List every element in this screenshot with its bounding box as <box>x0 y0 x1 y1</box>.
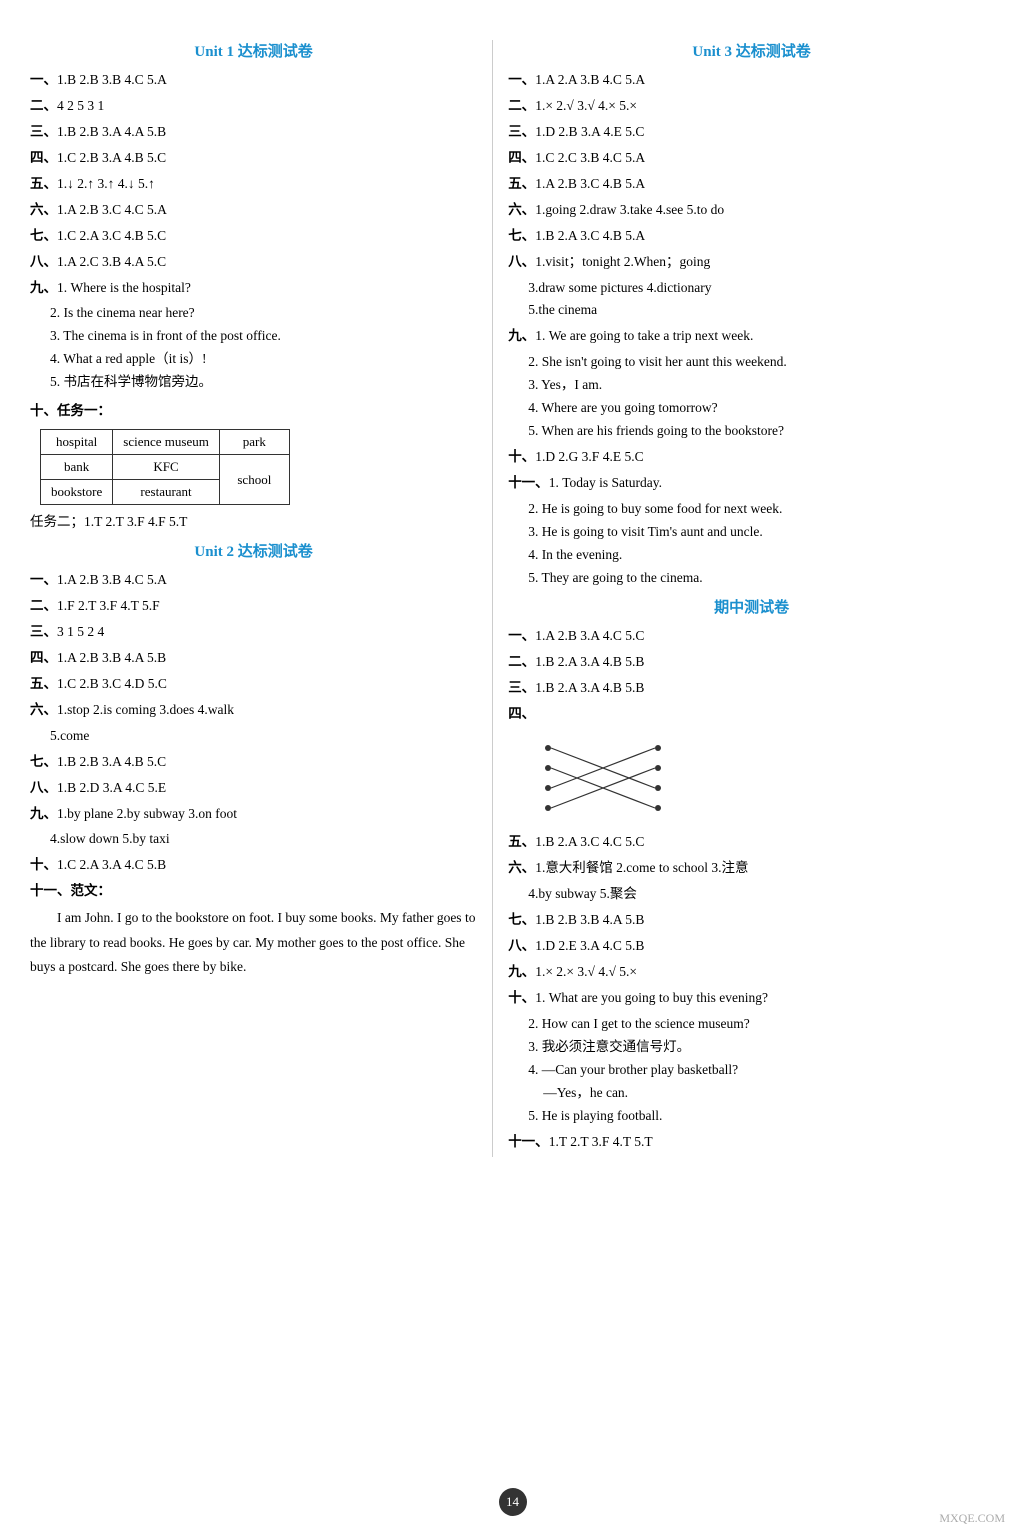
u3-section7: 七、1.B 2.A 3.C 4.B 5.A <box>508 225 995 248</box>
u1-s5-label: 五、 <box>30 176 57 191</box>
map-restaurant: restaurant <box>113 480 220 505</box>
u2-section7: 七、1.B 2.B 3.A 4.B 5.C <box>30 751 477 774</box>
u2-section2: 二、1.F 2.T 3.F 4.T 5.F <box>30 595 477 618</box>
u1-section10-label: 十、任务一： <box>30 400 477 423</box>
mid-s10-item5: 5. He is playing football. <box>528 1105 995 1128</box>
u3-section10: 十、1.D 2.G 3.F 4.E 5.C <box>508 446 995 469</box>
map-kfc: KFC <box>113 455 220 480</box>
u2-section6: 六、1.stop 2.is coming 3.does 4.walk <box>30 699 477 722</box>
mid-section4-label: 四、 <box>508 703 995 726</box>
mid-section9: 九、1.× 2.× 3.√ 4.√ 5.× <box>508 961 995 984</box>
watermark: MXQE.COM <box>939 1511 1005 1526</box>
mid-s10-item3: 3. 我必须注意交通信号灯。 <box>528 1036 995 1059</box>
u1-section1: 一、1.B 2.B 3.B 4.C 5.A <box>30 69 477 92</box>
u3-section4: 四、1.C 2.C 3.B 4.C 5.A <box>508 147 995 170</box>
u3-section1: 一、1.A 2.A 3.B 4.C 5.A <box>508 69 995 92</box>
u3-section2: 二、1.× 2.√ 3.√ 4.× 5.× <box>508 95 995 118</box>
u2-section11-label: 十一、范文： <box>30 880 477 903</box>
u2-s6-b: 5.come <box>50 725 477 748</box>
u3-section3: 三、1.D 2.B 3.A 4.E 5.C <box>508 121 995 144</box>
map-hospital: hospital <box>41 430 113 455</box>
mid-section1: 一、1.A 2.B 3.A 4.C 5.C <box>508 625 995 648</box>
essay-line1: I am John. I go to the bookstore on foot… <box>30 906 477 979</box>
mid-section5: 五、1.B 2.A 3.C 4.C 5.C <box>508 831 995 854</box>
mid-section2: 二、1.B 2.A 3.A 4.B 5.B <box>508 651 995 674</box>
u2-section9-label: 九、1.by plane 2.by subway 3.on foot <box>30 803 477 826</box>
u3-s11-item3: 3. He is going to visit Tim's aunt and u… <box>528 521 995 544</box>
u1-s1-label: 一、 <box>30 72 57 87</box>
mid-section3: 三、1.B 2.A 3.A 4.B 5.B <box>508 677 995 700</box>
u2-section5: 五、1.C 2.B 3.C 4.D 5.C <box>30 673 477 696</box>
u2-section4: 四、1.A 2.B 3.B 4.A 5.B <box>30 647 477 670</box>
u2-section8: 八、1.B 2.D 3.A 4.C 5.E <box>30 777 477 800</box>
u1-s2-label: 二、 <box>30 98 57 113</box>
u3-s9-item3: 3. Yes，I am. <box>528 374 995 397</box>
map-park: park <box>219 430 289 455</box>
unit1-title: Unit 1 达标测试卷 <box>30 40 477 61</box>
page-number: 14 <box>499 1488 527 1516</box>
u3-s9-item4: 4. Where are you going tomorrow? <box>528 397 995 420</box>
u3-section9-label: 九、1. We are going to take a trip next we… <box>508 325 995 348</box>
u3-section8: 八、1.visit；tonight 2.When；going <box>508 251 995 274</box>
cross-diagram <box>528 733 995 823</box>
task2-line: 任务二；1.T 2.T 3.F 4.F 5.T <box>30 511 477 534</box>
map-school: school <box>219 455 289 505</box>
u3-section11-label: 十一、1. Today is Saturday. <box>508 472 995 495</box>
u3-s9-item5: 5. When are his friends going to the boo… <box>528 420 995 443</box>
unit3-title: Unit 3 达标测试卷 <box>508 40 995 61</box>
u1-s9-item3: 3. The cinema is in front of the post of… <box>50 325 477 348</box>
u1-s9-item2: 2. Is the cinema near here? <box>50 302 477 325</box>
u1-s3-label: 三、 <box>30 124 57 139</box>
mid-section7: 七、1.B 2.B 3.B 4.A 5.B <box>508 909 995 932</box>
u3-s8-b: 3.draw some pictures 4.dictionary <box>528 277 995 300</box>
mid-section6: 六、1.意大利餐馆 2.come to school 3.注意 <box>508 857 995 880</box>
u3-section5: 五、1.A 2.B 3.C 4.B 5.A <box>508 173 995 196</box>
u1-s9-item5: 5. 书店在科学博物馆旁边。 <box>50 371 477 394</box>
midterm-title: 期中测试卷 <box>508 596 995 617</box>
map-science-museum: science museum <box>113 430 220 455</box>
right-column: Unit 3 达标测试卷 一、1.A 2.A 3.B 4.C 5.A 二、1.×… <box>493 40 995 1157</box>
u3-section6: 六、1.going 2.draw 3.take 4.see 5.to do <box>508 199 995 222</box>
left-column: Unit 1 达标测试卷 一、1.B 2.B 3.B 4.C 5.A 二、4 2… <box>30 40 493 1157</box>
u1-section3: 三、1.B 2.B 3.A 4.A 5.B <box>30 121 477 144</box>
u1-section4: 四、1.C 2.B 3.A 4.B 5.C <box>30 147 477 170</box>
u3-s11-item4: 4. In the evening. <box>528 544 995 567</box>
mid-s6-b: 4.by subway 5.聚会 <box>528 883 995 906</box>
mid-s10-item2: 2. How can I get to the science museum? <box>528 1013 995 1036</box>
u1-section7: 七、1.C 2.A 3.C 4.B 5.C <box>30 225 477 248</box>
mid-section10-label: 十、1. What are you going to buy this even… <box>508 987 995 1010</box>
unit2-title: Unit 2 达标测试卷 <box>30 540 477 561</box>
cross-svg <box>528 733 678 823</box>
u1-section9-label: 九、1. Where is the hospital? <box>30 277 477 300</box>
map-bank: bank <box>41 455 113 480</box>
u1-s9-item4: 4. What a red apple（it is）! <box>50 348 477 371</box>
u1-section2: 二、4 2 5 3 1 <box>30 95 477 118</box>
u1-section5: 五、1.↓ 2.↑ 3.↑ 4.↓ 5.↑ <box>30 173 477 196</box>
u2-section10: 十、1.C 2.A 3.A 4.C 5.B <box>30 854 477 877</box>
u2-s9-item2: 4.slow down 5.by taxi <box>50 828 477 851</box>
u3-s11-item5: 5. They are going to the cinema. <box>528 567 995 590</box>
map-bookstore: bookstore <box>41 480 113 505</box>
u2-section3: 三、3 1 5 2 4 <box>30 621 477 644</box>
u1-s6-label: 六、 <box>30 202 57 217</box>
mid-section11: 十一、1.T 2.T 3.F 4.T 5.T <box>508 1131 995 1154</box>
mid-section8: 八、1.D 2.E 3.A 4.C 5.B <box>508 935 995 958</box>
u3-s8-c: 5.the cinema <box>528 299 995 322</box>
mid-s10-item4: 4. —Can your brother play basketball? <box>528 1059 995 1082</box>
u1-section6: 六、1.A 2.B 3.C 4.C 5.A <box>30 199 477 222</box>
u3-s9-item2: 2. She isn't going to visit her aunt thi… <box>528 351 995 374</box>
u1-s7-label: 七、 <box>30 228 57 243</box>
u1-s4-label: 四、 <box>30 150 57 165</box>
u1-section8: 八、1.A 2.C 3.B 4.A 5.C <box>30 251 477 274</box>
map-table: hospital science museum park bank KFC sc… <box>40 429 290 505</box>
mid-s10-item4b: —Yes，he can. <box>543 1082 995 1105</box>
u2-section1: 一、1.A 2.B 3.B 4.C 5.A <box>30 569 477 592</box>
u3-s11-item2: 2. He is going to buy some food for next… <box>528 498 995 521</box>
u1-s8-label: 八、 <box>30 254 57 269</box>
